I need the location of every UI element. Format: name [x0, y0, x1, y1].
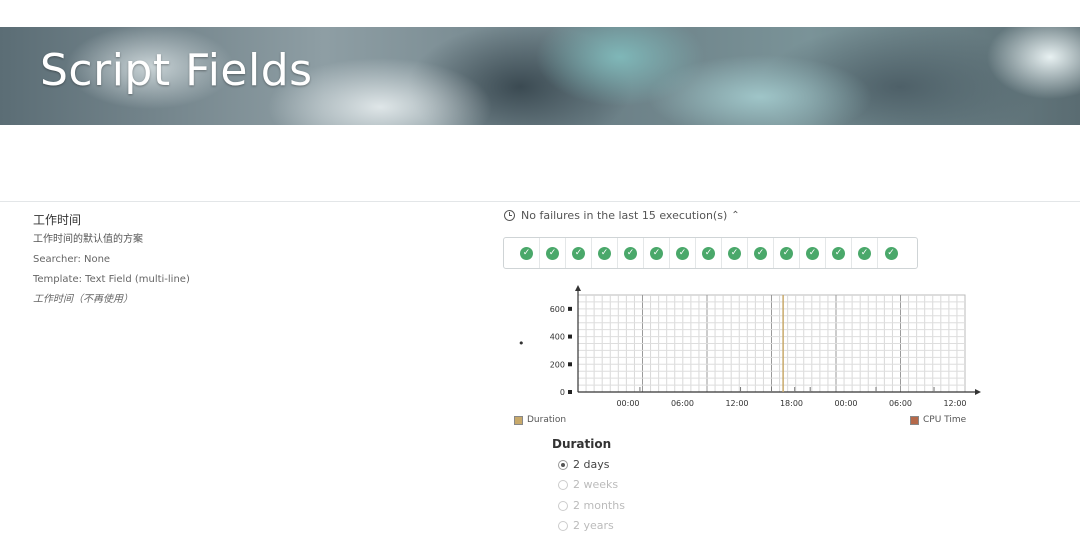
- chart-svg: 0 200 400 600 00:00 06:00 12:00 18:00 00:00 06:00…: [518, 285, 981, 408]
- x-tick-label: 18:00: [780, 399, 803, 408]
- execution-item[interactable]: ✓: [644, 238, 670, 268]
- field-note: 工作时间（不再使用）: [33, 294, 133, 305]
- field-name: 工作时间: [33, 213, 82, 227]
- header-banner: Script Fields: [0, 27, 1080, 125]
- x-axis-arrow: [975, 389, 981, 395]
- check-circle-icon: ✓: [884, 246, 898, 260]
- execution-item[interactable]: ✓: [540, 238, 566, 268]
- legend-swatch-cpu-time: [910, 415, 919, 425]
- check-circle-icon: ✓: [650, 246, 663, 260]
- execution-summary[interactable]: No failures in the last 15 execution(s) …: [504, 209, 740, 222]
- y-tick-label: 200: [550, 360, 565, 369]
- check-circle-icon: ✓: [780, 246, 793, 260]
- execution-item[interactable]: ✓: [826, 238, 852, 268]
- x-tick-label: 00:00: [616, 399, 639, 408]
- check-circle-icon: ✓: [520, 246, 533, 260]
- duration-option[interactable]: 2 years: [558, 519, 614, 532]
- check-circle-icon: ✓: [728, 246, 741, 260]
- x-tick-label: 06:00: [671, 399, 694, 408]
- y-tick-mark: [568, 334, 572, 339]
- check-circle-icon: ✓: [546, 246, 559, 260]
- execution-item[interactable]: ✓: [774, 238, 800, 268]
- legend-cpu-time: CPU Time: [910, 415, 966, 425]
- check-circle-icon: ✓: [858, 246, 871, 260]
- y-tick-label: 600: [550, 305, 565, 314]
- y-tick-label: 400: [550, 333, 565, 342]
- radio-button[interactable]: [558, 479, 568, 490]
- x-tick-label: 12:00: [725, 399, 748, 408]
- y-tick-mark: [568, 390, 572, 394]
- divider: [0, 201, 1080, 202]
- execution-item[interactable]: ✓: [670, 238, 696, 268]
- legend-label-cpu-time: CPU Time: [923, 415, 967, 425]
- field-searcher: Searcher: None: [33, 254, 111, 265]
- legend-label-duration: Duration: [527, 415, 567, 425]
- execution-item[interactable]: ✓: [722, 238, 748, 268]
- y-axis-marker: •: [518, 337, 525, 350]
- radio-button[interactable]: [558, 459, 568, 470]
- duration-option-label: 2 weeks: [573, 478, 619, 491]
- execution-item[interactable]: ✓: [878, 238, 904, 268]
- x-tick-label: 00:00: [834, 399, 857, 408]
- execution-item[interactable]: ✓: [514, 238, 540, 268]
- execution-item[interactable]: ✓: [852, 238, 878, 268]
- chevron-up-icon[interactable]: ⌃: [731, 210, 739, 221]
- execution-history: ✓ ✓ ✓ ✓ ✓ ✓ ✓ ✓ ✓ ✓ ✓ ✓ ✓ ✓ ✓: [503, 237, 918, 269]
- radio-button[interactable]: [558, 520, 568, 531]
- duration-option-label: 2 months: [573, 499, 625, 512]
- duration-option-label: 2 years: [573, 519, 614, 532]
- y-tick-label: 0: [560, 388, 565, 397]
- page-title: Script Fields: [40, 45, 313, 96]
- duration-option[interactable]: 2 months: [558, 499, 625, 512]
- check-circle-icon: ✓: [676, 246, 689, 260]
- legend-duration: Duration: [514, 415, 566, 425]
- y-axis-arrow: [575, 285, 581, 291]
- check-circle-icon: ✓: [624, 246, 637, 260]
- check-circle-icon: ✓: [702, 246, 715, 260]
- y-tick-mark: [568, 306, 572, 311]
- x-tick-label: 12:00: [943, 399, 966, 408]
- execution-item[interactable]: ✓: [566, 238, 592, 268]
- check-circle-icon: ✓: [572, 246, 585, 260]
- legend-swatch-duration: [514, 415, 523, 425]
- execution-item[interactable]: ✓: [748, 238, 774, 268]
- execution-item[interactable]: ✓: [800, 238, 826, 268]
- duration-option[interactable]: 2 days: [558, 458, 609, 471]
- field-description: 工作时间的默认值的方案: [33, 234, 143, 245]
- clock-icon: [504, 210, 515, 221]
- check-circle-icon: ✓: [832, 246, 845, 260]
- check-circle-icon: ✓: [806, 246, 819, 260]
- execution-chart: 0 200 400 600 00:00 06:00 12:00 18:00 00:00 06:00…: [512, 285, 982, 414]
- field-template: Template: Text Field (multi-line): [33, 274, 190, 285]
- check-circle-icon: ✓: [598, 246, 611, 260]
- execution-item[interactable]: ✓: [592, 238, 618, 268]
- duration-option-label: 2 days: [573, 458, 610, 471]
- radio-button[interactable]: [558, 500, 568, 511]
- execution-item[interactable]: ✓: [696, 238, 722, 268]
- y-tick-mark: [568, 362, 572, 367]
- duration-title: Duration: [552, 437, 612, 451]
- execution-summary-text: No failures in the last 15 execution(s): [521, 209, 728, 222]
- duration-option[interactable]: 2 weeks: [558, 478, 618, 491]
- execution-item[interactable]: ✓: [618, 238, 644, 268]
- field-details: 工作时间 工作时间的默认值的方案 Searcher: None Template…: [33, 210, 190, 310]
- x-tick-label: 06:00: [889, 399, 912, 408]
- check-circle-icon: ✓: [754, 246, 767, 260]
